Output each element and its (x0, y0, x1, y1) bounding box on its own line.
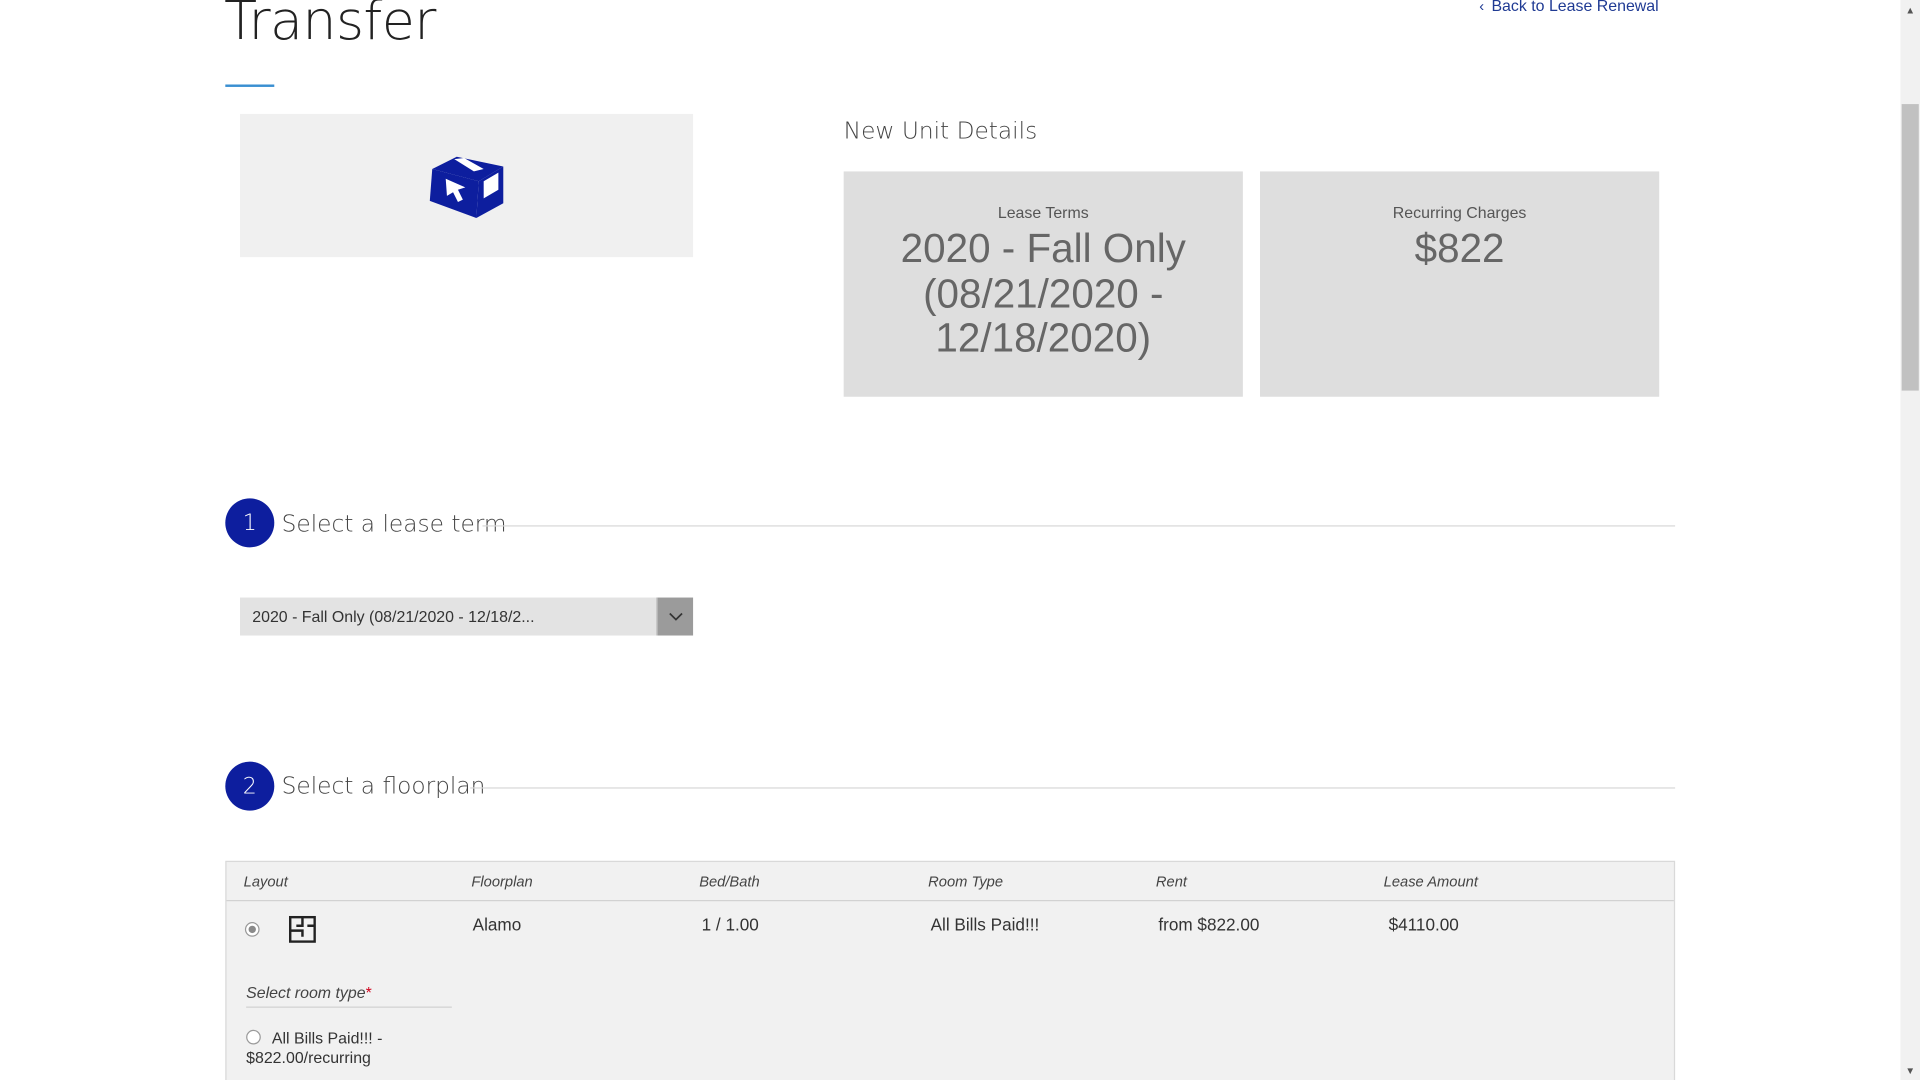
chevron-down-icon (668, 612, 683, 621)
column-header-floorplan: Floorplan (471, 873, 533, 891)
floorplan-name: Alamo (472, 914, 522, 935)
scroll-up-arrow-icon[interactable]: ▲ (1900, 0, 1920, 20)
title-underline (225, 84, 275, 87)
step-1-title: Select a lease term (281, 510, 507, 538)
column-header-lease-amount: Lease Amount (1383, 873, 1478, 891)
floorplan-layout-icon (288, 915, 316, 943)
vertical-scrollbar[interactable]: ▲ ▼ (1900, 0, 1920, 1080)
step-2-title: Select a floorplan (281, 772, 486, 800)
room-option-label: All Bills Paid!!! - $822.00/recurring (246, 1028, 383, 1067)
back-link-label: Back to Lease Renewal (1491, 0, 1659, 15)
unit-image (240, 113, 694, 258)
scroll-down-arrow-icon[interactable]: ▼ (1900, 1060, 1920, 1080)
page: Transfer ‹ Back to Lease Renewal New Uni… (0, 0, 1920, 1080)
column-header-room-type: Room Type (928, 873, 1004, 891)
step-1-divider (482, 525, 1676, 527)
table-header: Layout Floorplan Bed/Bath Room Type Rent… (226, 862, 1674, 902)
bed-bath: 1 / 1.00 (701, 914, 759, 935)
recurring-charges-label: Recurring Charges (1392, 203, 1527, 222)
rent: from $822.00 (1158, 914, 1260, 935)
room-option[interactable]: All Bills Paid!!! - $822.00/recurring (246, 1029, 442, 1068)
room-type-divider (246, 1006, 452, 1008)
lease-term-select[interactable]: 2020 - Fall Only (08/21/2020 - 12/18/2..… (240, 597, 694, 636)
column-header-layout: Layout (243, 873, 288, 891)
package-cursor-icon (429, 156, 504, 218)
chevron-left-icon: ‹ (1479, 0, 1485, 15)
scrollbar-thumb[interactable] (1901, 104, 1919, 391)
page-title: Transfer (224, 0, 436, 53)
lease-terms-label: Lease Terms (997, 203, 1089, 222)
room-type: All Bills Paid!!! (930, 914, 1040, 935)
recurring-charges-card: Recurring Charges $822 (1260, 171, 1660, 397)
step-1-badge: 1 (225, 498, 275, 548)
select-room-type-label: Select room type* (246, 983, 372, 1001)
recurring-charges-value: $822 (1414, 225, 1505, 271)
back-to-lease-renewal-link[interactable]: ‹ Back to Lease Renewal (1479, 0, 1659, 15)
room-option-radio[interactable] (246, 1029, 261, 1045)
step-2-divider (470, 787, 1676, 789)
lease-terms-value: 2020 - Fall Only (08/21/2020 - 12/18/202… (900, 225, 1186, 361)
column-header-bed-bath: Bed/Bath (699, 873, 760, 891)
floorplan-table: Layout Floorplan Bed/Bath Room Type Rent… (225, 860, 1676, 1080)
required-mark: * (365, 983, 372, 1002)
select-room-type-text: Select room type (246, 983, 366, 1002)
lease-amount: $4110.00 (1388, 914, 1459, 935)
step-2-badge: 2 (225, 761, 275, 811)
column-header-rent: Rent (1155, 873, 1187, 891)
lease-terms-card: Lease Terms 2020 - Fall Only (08/21/2020… (843, 171, 1243, 397)
floorplan-radio[interactable] (244, 922, 260, 937)
new-unit-details-heading: New Unit Details (843, 117, 1038, 145)
dropdown-button[interactable] (656, 597, 694, 636)
lease-term-select-value: 2020 - Fall Only (08/21/2020 - 12/18/2..… (252, 607, 535, 626)
